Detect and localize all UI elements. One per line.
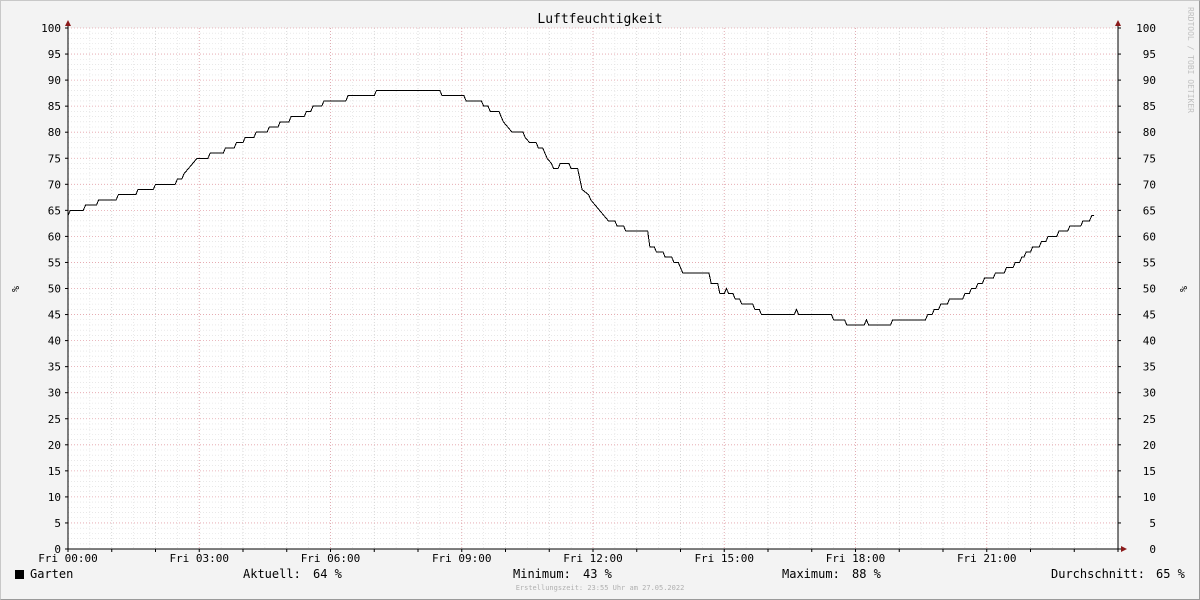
legend-current-value: 64 % <box>313 567 342 581</box>
watermark: RRDTOOL / TOBI OETIKER <box>1186 7 1195 113</box>
y-tick-label-left: 80 <box>48 126 61 139</box>
legend-min-label: Minimum: <box>513 567 571 581</box>
y-tick-label-right: 5 <box>1149 517 1156 530</box>
y-tick-label-right: 20 <box>1143 439 1156 452</box>
y-tick-label-right: 100 <box>1136 22 1156 35</box>
y-tick-label-left: 30 <box>48 387 61 400</box>
legend-max-label: Maximum: <box>782 567 840 581</box>
y-tick-label-left: 40 <box>48 335 61 348</box>
y-tick-label-right: 40 <box>1143 335 1156 348</box>
legend-swatch <box>15 570 24 579</box>
humidity-chart: Luftfeuchtigkeit 0 05 510 1015 1520 2025 2530 3… <box>9 7 1195 565</box>
y-tick-label-left: 70 <box>48 178 61 191</box>
y-tick-label-left: 15 <box>48 465 61 478</box>
y-tick-label-right: 70 <box>1143 178 1156 191</box>
y-tick-label-left: 45 <box>48 309 61 322</box>
y-tick-label-left: 50 <box>48 283 61 296</box>
x-axis-arrow <box>1121 546 1127 552</box>
footer-timestamp: Erstellungszeit: 23:55 Uhr am 27.05.2022 <box>515 584 685 592</box>
grid <box>68 27 1118 549</box>
y-tick-label-left: 75 <box>48 152 61 165</box>
y-tick-label-left: 5 <box>54 517 61 530</box>
y-tick-label-left: 95 <box>48 48 61 61</box>
legend-series-name: Garten <box>30 567 74 581</box>
x-tick-label: Fri 15:00 <box>694 552 754 565</box>
y-tick-label-right: 65 <box>1143 204 1156 217</box>
y-tick-label-right: 75 <box>1143 152 1156 165</box>
chart-title: Luftfeuchtigkeit <box>537 12 662 27</box>
y-tick-label-right: 80 <box>1143 126 1156 139</box>
x-tick-label: Fri 00:00 <box>38 552 98 565</box>
y-tick-label-left: 25 <box>48 413 61 426</box>
legend-avg-value: 65 % <box>1156 567 1185 581</box>
y-tick-label-right: 50 <box>1143 283 1156 296</box>
x-tick-label: Fri 06:00 <box>301 552 361 565</box>
x-tick-label: Fri 21:00 <box>957 552 1017 565</box>
y-tick-label-right: 15 <box>1143 465 1156 478</box>
y-tick-label-left: 100 <box>41 22 61 35</box>
y-tick-label-right: 0 <box>1149 543 1156 556</box>
y-tick-label-left: 60 <box>48 230 61 243</box>
legend-min-value: 43 % <box>583 567 612 581</box>
y-tick-label-left: 55 <box>48 256 61 269</box>
y-tick-label-right: 90 <box>1143 74 1156 87</box>
y-tick-label-right: 25 <box>1143 413 1156 426</box>
y-axis-arrow-left <box>65 20 71 26</box>
legend-max-value: 88 % <box>852 567 881 581</box>
y-tick-label-right: 55 <box>1143 256 1156 269</box>
x-tick-label: Fri 12:00 <box>563 552 623 565</box>
legend-avg-label: Durchschnitt: <box>1051 567 1145 581</box>
y-axis-unit-right: % <box>1177 286 1188 292</box>
y-tick-label-left: 90 <box>48 74 61 87</box>
y-tick-label-left: 10 <box>48 491 61 504</box>
y-axis-unit-left: % <box>9 286 20 292</box>
y-tick-label-right: 45 <box>1143 309 1156 322</box>
y-tick-label-left: 65 <box>48 204 61 217</box>
y-tick-label-left: 85 <box>48 100 61 113</box>
y-tick-label-right: 60 <box>1143 230 1156 243</box>
y-tick-label-right: 85 <box>1143 100 1156 113</box>
y-tick-label-left: 20 <box>48 439 61 452</box>
y-tick-label-left: 35 <box>48 361 61 374</box>
y-tick-label-right: 35 <box>1143 361 1156 374</box>
y-axis-arrow-right <box>1115 20 1121 26</box>
legend-current-label: Aktuell: <box>243 567 301 581</box>
x-tick-label: Fri 18:00 <box>826 552 886 565</box>
y-tick-label-right: 10 <box>1143 491 1156 504</box>
x-tick-label: Fri 09:00 <box>432 552 492 565</box>
y-tick-label-right: 95 <box>1143 48 1156 61</box>
y-tick-label-right: 30 <box>1143 387 1156 400</box>
x-tick-label: Fri 03:00 <box>169 552 229 565</box>
